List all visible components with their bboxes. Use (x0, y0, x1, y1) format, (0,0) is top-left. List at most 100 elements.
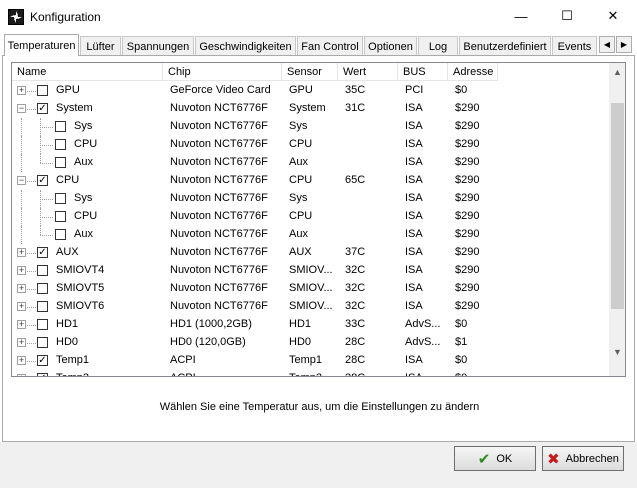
table-row[interactable]: + HD0 HD0 (120,0GB) HD0 28C AdvS... $1 (12, 334, 609, 352)
tab-fan-control[interactable]: Fan Control (297, 36, 363, 56)
cell-chip: HD1 (1000,2GB) (170, 318, 252, 330)
expand-icon[interactable]: + (17, 302, 26, 311)
ok-button[interactable]: ✔ OK (454, 446, 536, 471)
title-bar: Konfiguration — ☐ ✕ (0, 0, 637, 32)
column-header-name[interactable]: Name (12, 63, 163, 81)
table-row[interactable]: + SMIOVT4 Nuvoton NCT6776F SMIOV... 32C ISA $2… (12, 262, 609, 280)
expand-icon[interactable]: + (17, 248, 26, 257)
tree-line (21, 226, 22, 244)
sensor-checkbox[interactable] (55, 139, 66, 150)
cell-adresse: $290 (455, 192, 480, 204)
x-icon: ✖ (547, 450, 560, 468)
table-row[interactable]: − ✓ System Nuvoton NCT6776F System 31C ISA $290 (12, 100, 609, 118)
sensor-checkbox[interactable] (55, 121, 66, 132)
sensor-checkbox[interactable] (37, 301, 48, 312)
sensor-checkbox[interactable] (55, 193, 66, 204)
sensor-checkbox[interactable]: ✓ (37, 247, 48, 258)
sensor-checkbox[interactable]: ✓ (37, 103, 48, 114)
sensor-name: Sys (74, 192, 93, 204)
table-row[interactable]: + ✓ Temp1 ACPI Temp1 28C ISA $0 (12, 352, 609, 370)
tab-log[interactable]: Log (418, 36, 458, 56)
tab-events[interactable]: Events (552, 36, 597, 56)
table-row[interactable]: Aux Nuvoton NCT6776F Aux ISA $290 (12, 226, 609, 244)
column-header-bus[interactable]: BUS (398, 63, 448, 81)
sensor-checkbox[interactable] (55, 157, 66, 168)
sensor-checkbox[interactable] (37, 337, 48, 348)
table-row[interactable]: Sys Nuvoton NCT6776F Sys ISA $290 (12, 118, 609, 136)
sensor-checkbox[interactable] (55, 211, 66, 222)
cell-adresse: $290 (455, 264, 480, 276)
tab-scroll-right-icon[interactable]: ▶ (616, 36, 632, 53)
cell-sensor: CPU (289, 174, 313, 186)
column-header-sensor[interactable]: Sensor (282, 63, 338, 81)
cancel-button[interactable]: ✖ Abbrechen (542, 446, 624, 471)
scroll-down-icon[interactable]: ▼ (609, 343, 625, 360)
table-row[interactable]: + GPU GeForce Video Card GPU 35C PCI $0 (12, 82, 609, 100)
cell-bus: AdvS... (405, 336, 441, 348)
tab-geschwindigkeiten[interactable]: Geschwindigkeiten (195, 36, 296, 56)
table-row[interactable]: + SMIOVT5 Nuvoton NCT6776F SMIOV... 32C ISA $2… (12, 280, 609, 298)
vertical-scrollbar[interactable]: ▲ ▼ (609, 63, 625, 376)
cell-chip: Nuvoton NCT6776F (170, 228, 268, 240)
table-row[interactable]: − ✓ CPU Nuvoton NCT6776F CPU 65C ISA $290 (12, 172, 609, 190)
tab-temperaturen[interactable]: Temperaturen (4, 34, 79, 56)
tab-optionen[interactable]: Optionen (364, 36, 417, 56)
expand-icon[interactable]: + (17, 356, 26, 365)
cell-chip: ACPI (170, 354, 196, 366)
expand-icon[interactable]: + (17, 338, 26, 347)
sensor-checkbox[interactable] (37, 319, 48, 330)
sensor-list[interactable]: Name Chip Sensor Wert BUS Adresse + GPU Ge… (11, 62, 626, 377)
cell-wert: 28C (345, 354, 366, 366)
sensor-name: System (56, 102, 93, 114)
collapse-icon[interactable]: − (17, 176, 26, 185)
close-button[interactable]: ✕ (590, 0, 636, 32)
sensor-checkbox[interactable] (37, 85, 48, 96)
tree-line (27, 181, 36, 182)
sensor-checkbox[interactable] (55, 229, 66, 240)
expand-icon[interactable]: + (17, 374, 26, 376)
column-header-wert[interactable]: Wert (338, 63, 398, 81)
cell-adresse: $290 (455, 102, 480, 114)
table-row[interactable]: + HD1 HD1 (1000,2GB) HD1 33C AdvS... $0 (12, 316, 609, 334)
table-row[interactable]: + ✓ AUX Nuvoton NCT6776F AUX 37C ISA $290 (12, 244, 609, 262)
tree-line (21, 208, 22, 226)
tree-line (27, 361, 36, 362)
scroll-thumb[interactable] (611, 103, 624, 309)
tab-spannungen[interactable]: Spannungen (122, 36, 194, 56)
cell-bus: ISA (405, 354, 423, 366)
sensor-checkbox[interactable]: ✓ (37, 355, 48, 366)
maximize-button[interactable]: ☐ (544, 0, 590, 32)
sensor-checkbox[interactable] (37, 265, 48, 276)
expand-icon[interactable]: + (17, 86, 26, 95)
tab-luefter[interactable]: Lüfter (80, 36, 121, 56)
tab-scroll-left-icon[interactable]: ◀ (599, 36, 615, 53)
cell-bus: PCI (405, 84, 424, 96)
table-row[interactable]: Aux Nuvoton NCT6776F Aux ISA $290 (12, 154, 609, 172)
tree-line (27, 91, 36, 92)
cell-sensor: System (289, 102, 326, 114)
sensor-name: Aux (74, 156, 93, 168)
table-row[interactable]: CPU Nuvoton NCT6776F CPU ISA $290 (12, 136, 609, 154)
table-row[interactable]: + SMIOVT6 Nuvoton NCT6776F SMIOV... 32C ISA $2… (12, 298, 609, 316)
expand-icon[interactable]: + (17, 284, 26, 293)
list-body: + GPU GeForce Video Card GPU 35C PCI $0 − ✓ Syste… (12, 82, 609, 376)
tree-line (21, 154, 22, 172)
tab-benutzerdefiniert[interactable]: Benutzerdefiniert (459, 36, 551, 56)
cell-chip: Nuvoton NCT6776F (170, 300, 268, 312)
table-row[interactable]: Sys Nuvoton NCT6776F Sys ISA $290 (12, 190, 609, 208)
minimize-button[interactable]: — (498, 0, 544, 32)
sensor-checkbox[interactable]: ✓ (37, 373, 48, 376)
tree-line (21, 190, 22, 208)
table-row[interactable]: CPU Nuvoton NCT6776F CPU ISA $290 (12, 208, 609, 226)
expand-icon[interactable]: + (17, 266, 26, 275)
cell-adresse: $290 (455, 138, 480, 150)
cell-chip: GeForce Video Card (170, 84, 271, 96)
sensor-checkbox[interactable]: ✓ (37, 175, 48, 186)
collapse-icon[interactable]: − (17, 104, 26, 113)
expand-icon[interactable]: + (17, 320, 26, 329)
column-header-chip[interactable]: Chip (163, 63, 282, 81)
table-row[interactable]: + ✓ Temp2 ACPI Temp2 28C ISA $0 (12, 370, 609, 376)
scroll-up-icon[interactable]: ▲ (609, 63, 625, 80)
sensor-checkbox[interactable] (37, 283, 48, 294)
column-header-adresse[interactable]: Adresse (448, 63, 498, 81)
